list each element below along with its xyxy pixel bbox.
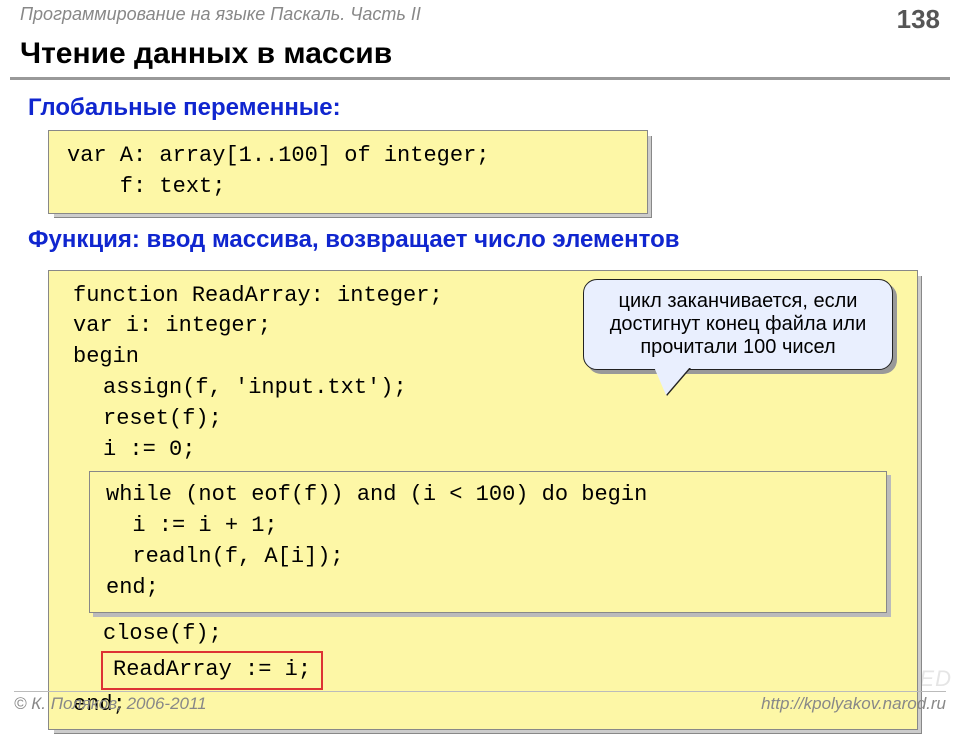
code-line: ReadArray := i; [113, 657, 311, 682]
header-bar: Программирование на языке Паскаль. Часть… [0, 0, 960, 35]
code-line: i := 0; [49, 435, 917, 466]
breadcrumb: Программирование на языке Паскаль. Часть… [20, 4, 421, 35]
return-value-box: ReadArray := i; [101, 651, 323, 690]
code-line: reset(f); [49, 404, 917, 435]
section-globals-heading: Глобальные переменные: [0, 90, 960, 130]
page-title: Чтение данных в массив [0, 35, 960, 77]
code-line: end; [106, 573, 870, 604]
footer-url: http://kpolyakov.narod.ru [761, 694, 946, 714]
callout-tail-icon [654, 367, 690, 395]
code-line: i := i + 1; [106, 511, 870, 542]
code-line: while (not eof(f)) and (i < 100) do begi… [106, 480, 870, 511]
callout-text: цикл заканчивается, если достигнут конец… [610, 290, 867, 358]
code-line: var A: array[1..100] of integer; [67, 141, 629, 172]
footer-copyright: © К. Поляков, 2006-2011 [14, 694, 207, 714]
title-rule [10, 77, 950, 80]
code-line: assign(f, 'input.txt'); [49, 373, 917, 404]
code-line: f: text; [67, 172, 629, 203]
footer-bar: © К. Поляков, 2006-2011 http://kpolyakov… [14, 691, 946, 714]
page-number: 138 [897, 4, 940, 35]
section-function-heading: Функция: ввод массива, возвращает число … [0, 214, 960, 262]
globals-code-box: var A: array[1..100] of integer; f: text… [48, 130, 648, 214]
while-loop-box: while (not eof(f)) and (i < 100) do begi… [89, 471, 887, 612]
function-code-box: цикл заканчивается, если достигнут конец… [48, 270, 918, 730]
callout-bubble: цикл заканчивается, если достигнут конец… [583, 279, 893, 370]
code-line: readln(f, A[i]); [106, 542, 870, 573]
code-line: close(f); [49, 619, 917, 650]
